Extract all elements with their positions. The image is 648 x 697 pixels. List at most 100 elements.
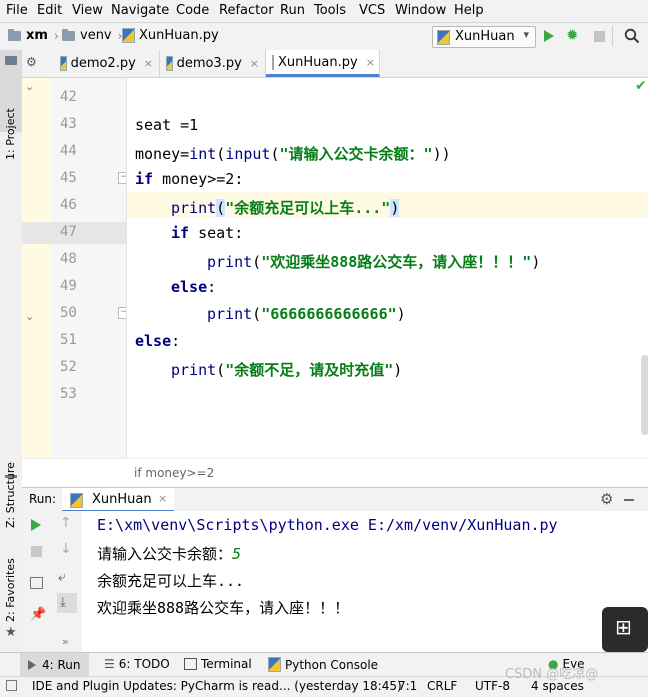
left-tool-strip: 1: Project Z: Structure ★ 2: Favorites (0, 50, 23, 652)
gear-icon[interactable]: ⚙ (600, 490, 613, 508)
line-number: 49 (60, 278, 77, 294)
stop-icon[interactable] (594, 31, 605, 42)
menu-help[interactable]: Help (454, 3, 484, 18)
run-toolbar: ↑ ↓ ⤶ 📌 ⤓ » (22, 511, 83, 652)
favorites-tool-label[interactable]: 2: Favorites (4, 558, 17, 622)
structure-tool-label[interactable]: Z: Structure (4, 462, 17, 528)
chevron-down-icon[interactable]: ⌄ (25, 310, 34, 323)
code-line-49: else: (171, 278, 217, 296)
close-icon[interactable]: × (366, 56, 375, 69)
console-line: 欢迎乘坐888路公交车，请入座！！！ (97, 599, 350, 617)
menu-navigate[interactable]: Navigate (111, 3, 169, 18)
menu-refactor[interactable]: Refactor (219, 3, 274, 18)
python-console-tool-button[interactable]: Python Console (268, 657, 378, 672)
star-icon: ★ (5, 625, 17, 640)
chevron-down-icon[interactable]: ⌄ (25, 80, 34, 93)
console-line: E:\xm\venv\Scripts\python.exe E:/xm/venv… (97, 516, 558, 534)
status-toggle-icon[interactable] (6, 680, 17, 691)
caret-position[interactable]: 7:1 (398, 679, 417, 693)
tab-demo3[interactable]: demo3.py × (160, 50, 266, 77)
minimize-icon[interactable] (624, 499, 634, 501)
line-number: 47 (60, 224, 77, 240)
tab-xunhuan[interactable]: XunHuan.py × (266, 50, 380, 77)
watermark: CSDN @吃凉@ (505, 667, 599, 682)
close-icon[interactable]: × (144, 57, 153, 70)
pin-icon[interactable]: 📌 (30, 607, 46, 622)
arrow-down-icon[interactable]: ↓ (60, 541, 72, 557)
tab-scroll-area: ⚙ (22, 50, 50, 77)
breadcrumb-file[interactable]: XunHuan.py (122, 28, 219, 43)
python-file-icon (60, 56, 67, 71)
run-tool-button[interactable]: 4: Run (20, 653, 89, 677)
code-line-47: if seat: (171, 224, 244, 242)
run-tab-label: XunHuan (92, 492, 152, 507)
run-icon[interactable] (544, 30, 554, 42)
chevron-down-icon: ▾ (523, 28, 529, 41)
more-icon[interactable]: » (62, 635, 69, 648)
code-line-51: else: (135, 332, 181, 350)
editor-tabs: ⚙ demo2.py × demo3.py × XunHuan.py × (22, 50, 648, 78)
menu-edit[interactable]: Edit (37, 3, 62, 18)
run-configuration-select[interactable]: XunHuan ▾ (432, 26, 536, 48)
gutter-highlight (22, 78, 52, 458)
line-number: 48 (60, 251, 77, 267)
tab-demo2[interactable]: demo2.py × (54, 50, 160, 77)
menu-vcs[interactable]: VCS (359, 3, 385, 18)
line-number: 52 (60, 359, 77, 375)
code-breadcrumb[interactable]: if money>=2 (134, 466, 214, 480)
menu-code[interactable]: Code (176, 3, 209, 18)
code-line-52: print("余额不足，请及时充值") (171, 361, 403, 379)
gear-icon[interactable]: ⚙ (26, 55, 37, 69)
project-folder-icon (5, 56, 17, 65)
menu-file[interactable]: File (6, 3, 28, 18)
code-editor[interactable]: ✔ seat =1 money=int(input("请输入公交卡余额：")) … (126, 78, 648, 458)
line-number: 44 (60, 143, 77, 159)
run-console[interactable]: E:\xm\venv\Scripts\python.exe E:/xm/venv… (82, 511, 648, 652)
code-line-50: print("6666666666666") (207, 305, 406, 323)
menu-tools[interactable]: Tools (314, 3, 346, 18)
close-icon[interactable]: × (250, 57, 259, 70)
project-tool-label[interactable]: 1: Project (4, 108, 17, 160)
debug-icon[interactable]: ✹ (566, 26, 579, 44)
list-icon: ☰ (104, 657, 115, 671)
menu-run[interactable]: Run (280, 3, 305, 18)
close-icon[interactable]: × (158, 492, 167, 505)
python-icon (437, 30, 450, 45)
line-number: 42 (60, 89, 77, 105)
line-number: 45 (60, 170, 77, 186)
status-bar: IDE and Plugin Updates: PyCharm is read.… (0, 667, 648, 697)
terminal-tool-button[interactable]: Terminal (184, 657, 252, 671)
add-icon: ⊞ (615, 615, 632, 639)
floating-add-button[interactable]: ⊞ (602, 607, 648, 652)
search-icon[interactable] (624, 28, 640, 44)
tab-label: demo2.py (70, 56, 136, 71)
code-line-44: money=int(input("请输入公交卡余额：")) (135, 145, 451, 163)
rerun-icon[interactable] (31, 519, 41, 531)
code-breadcrumb-bar: if money>=2 (22, 458, 648, 487)
line-number: 43 (60, 116, 77, 132)
python-icon (268, 657, 281, 672)
editor-scrollbar[interactable] (641, 355, 648, 435)
breadcrumb-folder[interactable]: venv › (62, 28, 128, 43)
code-line-45: if money>=2: (135, 170, 244, 188)
folder-icon (8, 28, 21, 41)
menu-bar: File Edit View Navigate Code Refactor Ru… (0, 0, 648, 22)
soft-wrap-icon[interactable]: ⤶ (58, 569, 66, 585)
terminal-icon (184, 658, 197, 670)
status-message[interactable]: IDE and Plugin Updates: PyCharm is read.… (32, 679, 402, 693)
run-panel-header: Run: XunHuan × ⚙ (22, 487, 648, 512)
line-number: 46 (60, 197, 77, 213)
layout-icon[interactable] (30, 577, 43, 589)
todo-tool-button[interactable]: ☰ 6: TODO (104, 657, 170, 671)
line-separator[interactable]: CRLF (427, 679, 457, 693)
stop-icon[interactable] (31, 546, 42, 557)
breadcrumb-project[interactable]: xm › (8, 28, 65, 43)
run-tab[interactable]: XunHuan × (62, 488, 174, 512)
menu-view[interactable]: View (72, 3, 103, 18)
line-number: 50 (60, 305, 77, 321)
line-number: 53 (60, 386, 77, 402)
run-tool-label: 4: Run (42, 658, 81, 672)
arrow-up-icon[interactable]: ↑ (60, 515, 72, 531)
check-icon: ✔ (635, 78, 647, 94)
menu-window[interactable]: Window (395, 3, 446, 18)
